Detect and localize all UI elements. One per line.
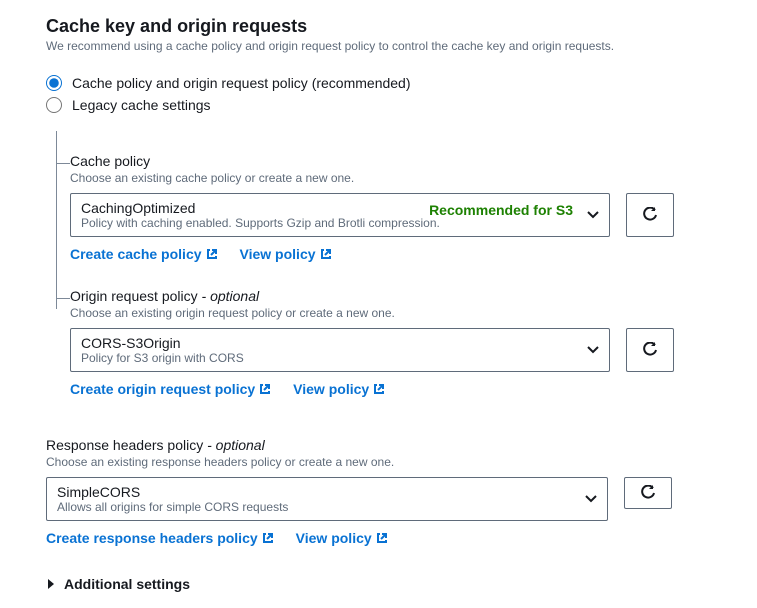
radio-recommended-input[interactable] bbox=[46, 75, 62, 91]
origin-request-policy-refresh-button[interactable] bbox=[626, 328, 674, 372]
radio-legacy-label: Legacy cache settings bbox=[72, 97, 211, 113]
cache-policy-select[interactable]: CachingOptimized Policy with caching ena… bbox=[70, 193, 610, 237]
view-cache-policy-link[interactable]: View policy bbox=[240, 246, 332, 262]
external-link-icon bbox=[373, 383, 385, 395]
link-label: View policy bbox=[240, 246, 316, 262]
response-headers-policy-select-sub: Allows all origins for simple CORS reque… bbox=[57, 500, 571, 514]
caret-down-icon bbox=[587, 346, 599, 354]
refresh-icon bbox=[642, 207, 658, 223]
create-origin-request-policy-link[interactable]: Create origin request policy bbox=[70, 381, 271, 397]
cache-policy-label: Cache policy bbox=[70, 153, 711, 169]
create-response-headers-policy-link[interactable]: Create response headers policy bbox=[46, 530, 274, 546]
response-headers-policy-label-text: Response headers policy bbox=[46, 437, 203, 453]
radio-recommended[interactable]: Cache policy and origin request policy (… bbox=[46, 75, 711, 91]
radio-legacy[interactable]: Legacy cache settings bbox=[46, 97, 711, 113]
link-label: Create origin request policy bbox=[70, 381, 255, 397]
optional-suffix: - optional bbox=[203, 437, 264, 453]
origin-request-policy-select-sub: Policy for S3 origin with CORS bbox=[81, 351, 573, 365]
cache-policy-refresh-button[interactable] bbox=[626, 193, 674, 237]
link-label: Create cache policy bbox=[70, 246, 202, 262]
additional-settings-label: Additional settings bbox=[64, 576, 190, 592]
cache-policy-section: Cache policy Choose an existing cache po… bbox=[70, 131, 711, 262]
external-link-icon bbox=[320, 248, 332, 260]
view-response-headers-policy-link[interactable]: View policy bbox=[296, 530, 388, 546]
external-link-icon bbox=[376, 532, 388, 544]
response-headers-policy-label: Response headers policy - optional bbox=[46, 437, 711, 453]
link-label: View policy bbox=[296, 530, 372, 546]
cache-policy-select-sub: Policy with caching enabled. Supports Gz… bbox=[81, 216, 573, 230]
radio-recommended-label: Cache policy and origin request policy (… bbox=[72, 75, 411, 91]
origin-request-policy-select-title: CORS-S3Origin bbox=[81, 335, 573, 351]
refresh-icon bbox=[642, 342, 658, 358]
origin-request-policy-label: Origin request policy - optional bbox=[70, 288, 711, 304]
external-link-icon bbox=[262, 532, 274, 544]
section-title: Cache key and origin requests bbox=[46, 16, 711, 37]
external-link-icon bbox=[259, 383, 271, 395]
response-headers-policy-refresh-button[interactable] bbox=[624, 477, 672, 509]
create-cache-policy-link[interactable]: Create cache policy bbox=[70, 246, 218, 262]
origin-request-policy-label-text: Origin request policy bbox=[70, 288, 198, 304]
view-origin-request-policy-link[interactable]: View policy bbox=[293, 381, 385, 397]
response-headers-policy-hint: Choose an existing response headers poli… bbox=[46, 455, 711, 469]
link-label: Create response headers policy bbox=[46, 530, 258, 546]
response-headers-policy-select[interactable]: SimpleCORS Allows all origins for simple… bbox=[46, 477, 608, 521]
policy-tree: Cache policy Choose an existing cache po… bbox=[46, 131, 711, 397]
external-link-icon bbox=[206, 248, 218, 260]
chevron-right-icon bbox=[46, 578, 56, 590]
radio-legacy-input[interactable] bbox=[46, 97, 62, 113]
section-subtitle: We recommend using a cache policy and or… bbox=[46, 39, 711, 53]
origin-request-policy-section: Origin request policy - optional Choose … bbox=[70, 288, 711, 397]
response-headers-policy-section: Response headers policy - optional Choos… bbox=[46, 437, 711, 546]
cache-policy-badge: Recommended for S3 bbox=[429, 202, 573, 218]
optional-suffix: - optional bbox=[198, 288, 259, 304]
origin-request-policy-hint: Choose an existing origin request policy… bbox=[70, 306, 711, 320]
caret-down-icon bbox=[587, 211, 599, 219]
origin-request-policy-select[interactable]: CORS-S3Origin Policy for S3 origin with … bbox=[70, 328, 610, 372]
cache-policy-hint: Choose an existing cache policy or creat… bbox=[70, 171, 711, 185]
response-headers-policy-select-title: SimpleCORS bbox=[57, 484, 571, 500]
link-label: View policy bbox=[293, 381, 369, 397]
caret-down-icon bbox=[585, 495, 597, 503]
additional-settings-toggle[interactable]: Additional settings bbox=[46, 576, 711, 592]
refresh-icon bbox=[640, 485, 656, 501]
